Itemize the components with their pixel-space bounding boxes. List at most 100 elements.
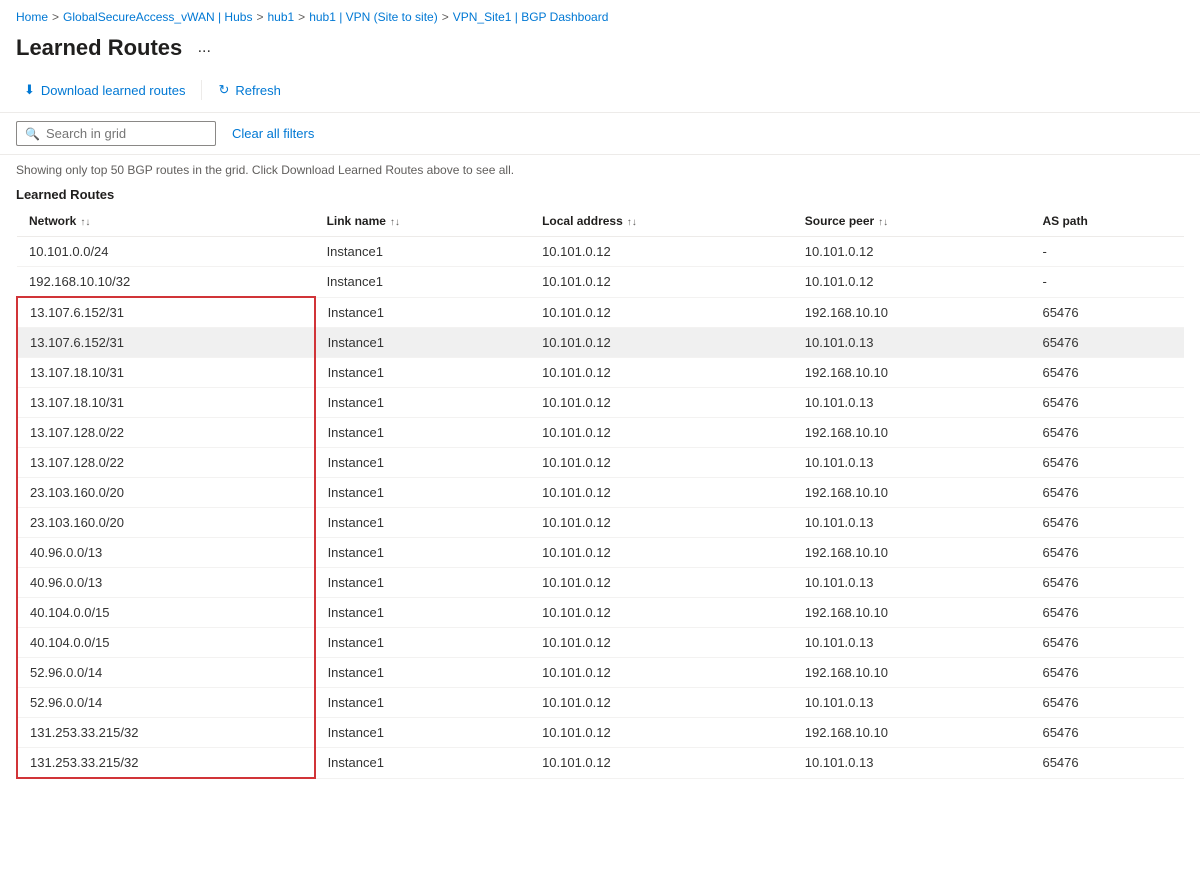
- cell-network: 131.253.33.215/32: [17, 718, 315, 748]
- table-row[interactable]: 23.103.160.0/20Instance110.101.0.1210.10…: [17, 508, 1184, 538]
- breadcrumb-separator: >: [442, 10, 449, 24]
- cell-source_peer: 10.101.0.13: [793, 748, 1031, 779]
- table-row[interactable]: 13.107.18.10/31Instance110.101.0.12192.1…: [17, 358, 1184, 388]
- cell-as_path: 65476: [1030, 688, 1184, 718]
- cell-link_name: Instance1: [315, 508, 531, 538]
- table-row[interactable]: 40.104.0.0/15Instance110.101.0.1210.101.…: [17, 628, 1184, 658]
- cell-network: 13.107.6.152/31: [17, 328, 315, 358]
- cell-network: 13.107.18.10/31: [17, 358, 315, 388]
- cell-as_path: 65476: [1030, 297, 1184, 328]
- cell-source_peer: 10.101.0.12: [793, 237, 1031, 267]
- breadcrumb-item[interactable]: GlobalSecureAccess_vWAN | Hubs: [63, 10, 252, 24]
- cell-link_name: Instance1: [315, 688, 531, 718]
- cell-link_name: Instance1: [315, 718, 531, 748]
- cell-link_name: Instance1: [315, 658, 531, 688]
- table-row[interactable]: 40.104.0.0/15Instance110.101.0.12192.168…: [17, 598, 1184, 628]
- table-row[interactable]: 52.96.0.0/14Instance110.101.0.12192.168.…: [17, 658, 1184, 688]
- table-row[interactable]: 13.107.128.0/22Instance110.101.0.12192.1…: [17, 418, 1184, 448]
- table-row[interactable]: 40.96.0.0/13Instance110.101.0.1210.101.0…: [17, 568, 1184, 598]
- cell-as_path: 65476: [1030, 448, 1184, 478]
- cell-local_address: 10.101.0.12: [530, 448, 793, 478]
- cell-source_peer: 10.101.0.12: [793, 267, 1031, 298]
- cell-link_name: Instance1: [315, 748, 531, 779]
- table-row[interactable]: 23.103.160.0/20Instance110.101.0.12192.1…: [17, 478, 1184, 508]
- table-row[interactable]: 192.168.10.10/32Instance110.101.0.1210.1…: [17, 267, 1184, 298]
- sort-icon: ↑↓: [627, 217, 637, 228]
- table-row[interactable]: 52.96.0.0/14Instance110.101.0.1210.101.0…: [17, 688, 1184, 718]
- cell-local_address: 10.101.0.12: [530, 748, 793, 779]
- cell-link_name: Instance1: [315, 478, 531, 508]
- col-label: Network: [29, 214, 76, 228]
- refresh-label: Refresh: [235, 83, 281, 98]
- table-row[interactable]: 40.96.0.0/13Instance110.101.0.12192.168.…: [17, 538, 1184, 568]
- cell-as_path: 65476: [1030, 598, 1184, 628]
- grid-wrapper: Network ↑↓Link name ↑↓Local address ↑↓So…: [0, 206, 1200, 779]
- download-button[interactable]: ⬇ Download learned routes: [16, 78, 193, 102]
- cell-source_peer: 192.168.10.10: [793, 718, 1031, 748]
- cell-as_path: 65476: [1030, 748, 1184, 779]
- cell-as_path: 65476: [1030, 628, 1184, 658]
- cell-as_path: 65476: [1030, 718, 1184, 748]
- refresh-button[interactable]: ↻ Refresh: [210, 78, 288, 102]
- cell-link_name: Instance1: [315, 297, 531, 328]
- breadcrumb-separator: >: [298, 10, 305, 24]
- cell-local_address: 10.101.0.12: [530, 358, 793, 388]
- cell-source_peer: 192.168.10.10: [793, 538, 1031, 568]
- cell-network: 13.107.18.10/31: [17, 388, 315, 418]
- cell-as_path: -: [1030, 267, 1184, 298]
- breadcrumb-item[interactable]: hub1: [267, 10, 294, 24]
- cell-source_peer: 192.168.10.10: [793, 358, 1031, 388]
- column-header-source_peer[interactable]: Source peer ↑↓: [793, 206, 1031, 237]
- cell-link_name: Instance1: [315, 598, 531, 628]
- cell-source_peer: 10.101.0.13: [793, 628, 1031, 658]
- cell-local_address: 10.101.0.12: [530, 628, 793, 658]
- table-row[interactable]: 10.101.0.0/24Instance110.101.0.1210.101.…: [17, 237, 1184, 267]
- cell-as_path: 65476: [1030, 508, 1184, 538]
- cell-link_name: Instance1: [315, 418, 531, 448]
- cell-network: 40.96.0.0/13: [17, 568, 315, 598]
- breadcrumb-separator: >: [52, 10, 59, 24]
- toolbar-divider: [201, 80, 202, 100]
- column-header-local_address[interactable]: Local address ↑↓: [530, 206, 793, 237]
- cell-local_address: 10.101.0.12: [530, 267, 793, 298]
- cell-as_path: 65476: [1030, 358, 1184, 388]
- col-label: AS path: [1042, 214, 1087, 228]
- download-icon: ⬇: [24, 82, 35, 98]
- breadcrumb-item[interactable]: hub1 | VPN (Site to site): [309, 10, 438, 24]
- clear-filters-button[interactable]: Clear all filters: [228, 122, 318, 145]
- cell-network: 10.101.0.0/24: [17, 237, 315, 267]
- info-text: Showing only top 50 BGP routes in the gr…: [0, 155, 1200, 181]
- breadcrumb: Home > GlobalSecureAccess_vWAN | Hubs > …: [0, 0, 1200, 30]
- cell-source_peer: 192.168.10.10: [793, 598, 1031, 628]
- cell-source_peer: 10.101.0.13: [793, 508, 1031, 538]
- more-options-button[interactable]: ...: [190, 34, 218, 62]
- cell-as_path: 65476: [1030, 388, 1184, 418]
- column-header-link_name[interactable]: Link name ↑↓: [315, 206, 531, 237]
- cell-link_name: Instance1: [315, 328, 531, 358]
- table-row[interactable]: 131.253.33.215/32Instance110.101.0.1210.…: [17, 748, 1184, 779]
- cell-as_path: 65476: [1030, 328, 1184, 358]
- cell-source_peer: 192.168.10.10: [793, 297, 1031, 328]
- table-row[interactable]: 131.253.33.215/32Instance110.101.0.12192…: [17, 718, 1184, 748]
- sort-icon: ↑↓: [80, 217, 90, 228]
- column-header-as_path[interactable]: AS path: [1030, 206, 1184, 237]
- cell-network: 13.107.128.0/22: [17, 418, 315, 448]
- breadcrumb-separator: >: [256, 10, 263, 24]
- breadcrumb-item[interactable]: VPN_Site1 | BGP Dashboard: [453, 10, 609, 24]
- cell-source_peer: 192.168.10.10: [793, 658, 1031, 688]
- sort-icon: ↑↓: [390, 217, 400, 228]
- learned-routes-table: Network ↑↓Link name ↑↓Local address ↑↓So…: [16, 206, 1184, 779]
- search-input[interactable]: [46, 126, 207, 141]
- breadcrumb-item[interactable]: Home: [16, 10, 48, 24]
- table-row[interactable]: 13.107.18.10/31Instance110.101.0.1210.10…: [17, 388, 1184, 418]
- cell-network: 40.96.0.0/13: [17, 538, 315, 568]
- table-row[interactable]: 13.107.128.0/22Instance110.101.0.1210.10…: [17, 448, 1184, 478]
- column-header-network[interactable]: Network ↑↓: [17, 206, 315, 237]
- table-row[interactable]: 13.107.6.152/31Instance110.101.0.12192.1…: [17, 297, 1184, 328]
- cell-local_address: 10.101.0.12: [530, 237, 793, 267]
- cell-link_name: Instance1: [315, 388, 531, 418]
- cell-network: 13.107.6.152/31: [17, 297, 315, 328]
- cell-link_name: Instance1: [315, 448, 531, 478]
- cell-source_peer: 192.168.10.10: [793, 418, 1031, 448]
- table-row[interactable]: 13.107.6.152/31Instance110.101.0.1210.10…: [17, 328, 1184, 358]
